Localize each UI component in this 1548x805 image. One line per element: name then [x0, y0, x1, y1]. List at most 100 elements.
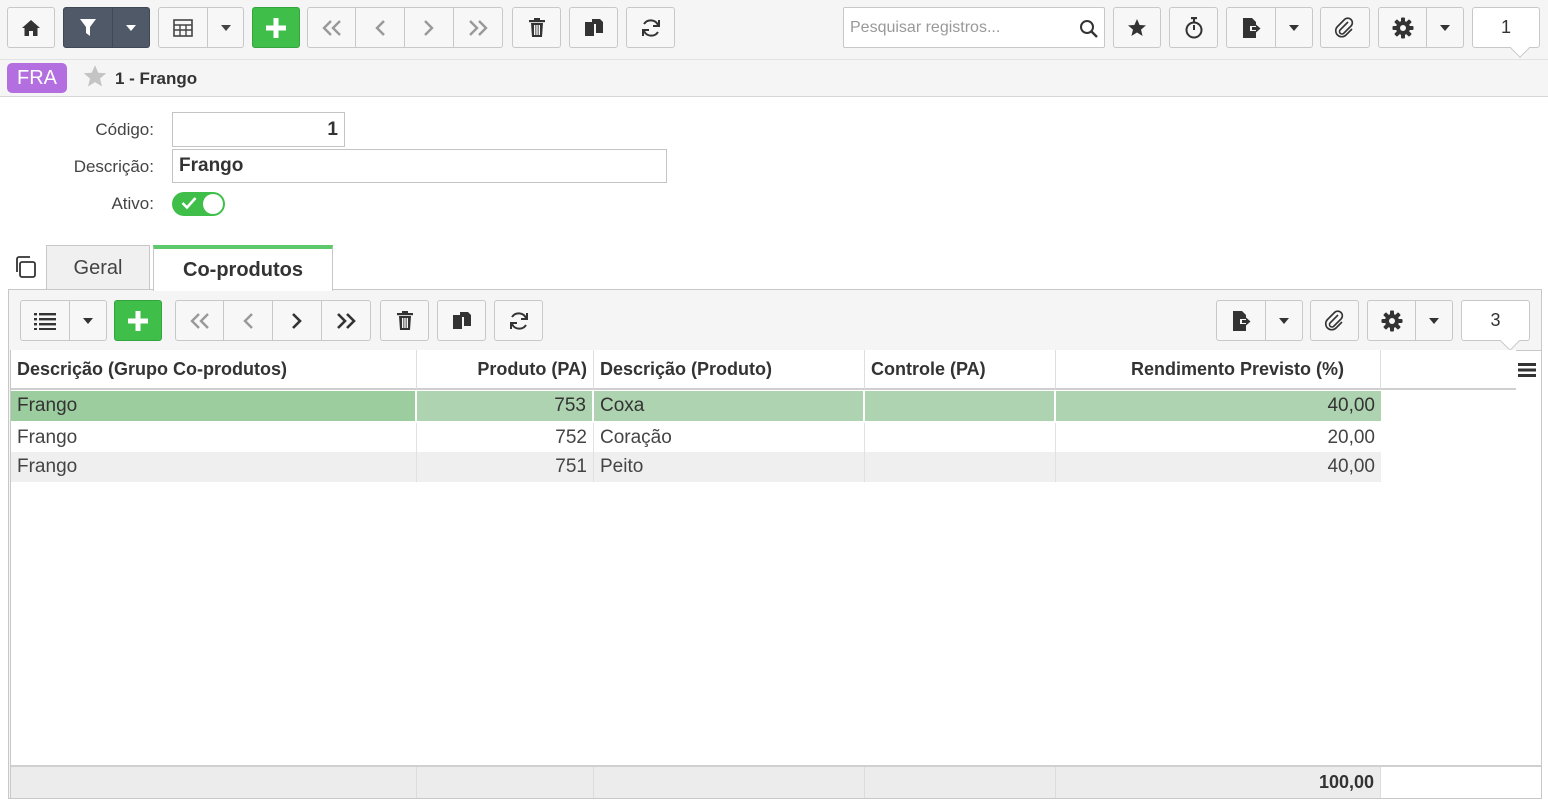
column-header-produto[interactable]: Produto (PA): [417, 350, 594, 390]
chevron-right-icon: [292, 312, 302, 329]
settings-button[interactable]: [1378, 7, 1427, 48]
delete-record-button[interactable]: [512, 7, 561, 48]
sub-settings-button[interactable]: [1367, 300, 1416, 341]
add-record-button[interactable]: [252, 7, 300, 48]
descricao-value: Frango: [179, 155, 244, 176]
home-icon: [22, 19, 40, 36]
cell-controle: [865, 423, 1056, 453]
last-record-button[interactable]: [454, 7, 503, 48]
sub-export-button-group: [1216, 300, 1303, 341]
sub-first-button[interactable]: [175, 300, 224, 341]
next-record-button[interactable]: [405, 7, 454, 48]
tab-geral[interactable]: Geral: [46, 245, 150, 290]
sub-duplicate-button[interactable]: [437, 300, 486, 341]
sub-settings-dropdown-button[interactable]: [1416, 300, 1453, 341]
cell-descricao: Coxa: [594, 391, 865, 421]
sub-previous-button[interactable]: [224, 300, 273, 341]
grid-footer-totals: 100,00: [11, 765, 1541, 798]
tab-co-produtos[interactable]: Co-produtos: [153, 245, 333, 291]
ativo-toggle[interactable]: [172, 192, 225, 216]
export-file-icon: [1233, 310, 1251, 331]
refresh-icon: [641, 18, 660, 37]
filter-dropdown-button[interactable]: [113, 7, 150, 48]
sub-export-button[interactable]: [1216, 300, 1266, 341]
view-dropdown-button[interactable]: [208, 7, 244, 48]
total-rendimento: 100,00: [1056, 767, 1381, 798]
paperclip-icon: [1324, 309, 1343, 330]
favorite-star-icon[interactable]: [82, 64, 108, 89]
chevron-left-icon: [243, 312, 253, 329]
sub-delete-button[interactable]: [380, 300, 429, 341]
filter-icon: [80, 18, 96, 36]
search-input[interactable]: [844, 8, 1069, 47]
filter-button[interactable]: [63, 7, 113, 48]
trash-icon: [396, 310, 413, 330]
codigo-value: 1: [327, 118, 338, 140]
cell-rendimento: 40,00: [1056, 452, 1381, 482]
sub-next-button[interactable]: [273, 300, 322, 341]
refresh-button[interactable]: [626, 7, 675, 48]
sub-refresh-button[interactable]: [494, 300, 543, 341]
tab-overview-icon[interactable]: [13, 255, 37, 279]
list-view-button-group: [20, 300, 107, 341]
page-title: 1 - Frango: [115, 69, 198, 88]
cell-rendimento: 40,00: [1056, 391, 1381, 421]
search-icon[interactable]: [1079, 19, 1099, 39]
descricao-field[interactable]: Frango: [172, 149, 667, 183]
column-header-descricao[interactable]: Descrição (Produto): [594, 350, 865, 390]
export-button-group: [1226, 7, 1313, 48]
plus-icon: [266, 17, 286, 38]
column-menu-icon[interactable]: [1518, 362, 1536, 378]
table-row[interactable]: Frango 753 Coxa 40,00: [11, 391, 1381, 421]
entity-badge: FRA: [7, 63, 67, 93]
previous-record-button[interactable]: [356, 7, 405, 48]
column-header-controle[interactable]: Controle (PA): [865, 350, 1056, 390]
trash-icon: [528, 17, 545, 37]
add-co-produto-button[interactable]: [114, 300, 162, 341]
double-chevron-left-icon: [321, 19, 341, 36]
export-button[interactable]: [1226, 7, 1276, 48]
sub-record-counter-value: 3: [1490, 310, 1501, 330]
cell-produto: 752: [417, 423, 594, 453]
settings-button-group: [1378, 7, 1464, 48]
chevron-left-icon: [375, 19, 385, 36]
copy-icon: [584, 18, 603, 36]
sub-export-dropdown-button[interactable]: [1266, 300, 1303, 341]
cell-controle: [865, 391, 1056, 421]
codigo-label: Código:: [95, 120, 154, 139]
list-view-dropdown-button[interactable]: [70, 300, 107, 341]
descricao-label: Descrição:: [73, 157, 154, 176]
column-header-rendimento[interactable]: Rendimento Previsto (%): [1056, 350, 1381, 390]
column-header-grupo[interactable]: Descrição (Grupo Co-produtos): [11, 350, 417, 390]
caret-down-icon: [83, 317, 93, 324]
check-icon: [181, 197, 197, 210]
caret-down-icon: [1429, 317, 1439, 324]
view-button-group: [158, 7, 244, 48]
duplicate-record-button[interactable]: [569, 7, 618, 48]
record-counter-value: 1: [1500, 17, 1511, 37]
gear-icon: [1381, 310, 1402, 331]
cell-descricao: Coração: [594, 423, 865, 453]
list-view-button[interactable]: [20, 300, 70, 341]
cell-rendimento: 20,00: [1327, 427, 1375, 448]
column-header-descricao-label: Descrição (Produto): [600, 358, 773, 379]
settings-dropdown-button[interactable]: [1427, 7, 1464, 48]
grid-view-button[interactable]: [158, 7, 208, 48]
first-record-button[interactable]: [307, 7, 356, 48]
export-dropdown-button[interactable]: [1276, 7, 1313, 48]
caret-down-icon: [1440, 24, 1450, 31]
sub-attachment-button[interactable]: [1310, 300, 1359, 341]
cell-grupo: Frango: [11, 423, 417, 453]
favorite-button[interactable]: [1113, 7, 1161, 48]
sub-last-button[interactable]: [322, 300, 371, 341]
timer-button[interactable]: [1169, 7, 1218, 48]
table-row[interactable]: Frango 752 Coração 20,00: [11, 423, 1381, 453]
double-chevron-right-icon: [337, 312, 356, 329]
ativo-label: Ativo:: [111, 194, 154, 213]
filter-button-group: [63, 7, 150, 48]
export-file-icon: [1243, 17, 1261, 38]
attachment-button[interactable]: [1320, 7, 1370, 48]
table-row[interactable]: Frango 751 Peito 40,00: [11, 452, 1381, 482]
codigo-field[interactable]: 1: [172, 112, 345, 147]
home-button[interactable]: [7, 7, 55, 48]
